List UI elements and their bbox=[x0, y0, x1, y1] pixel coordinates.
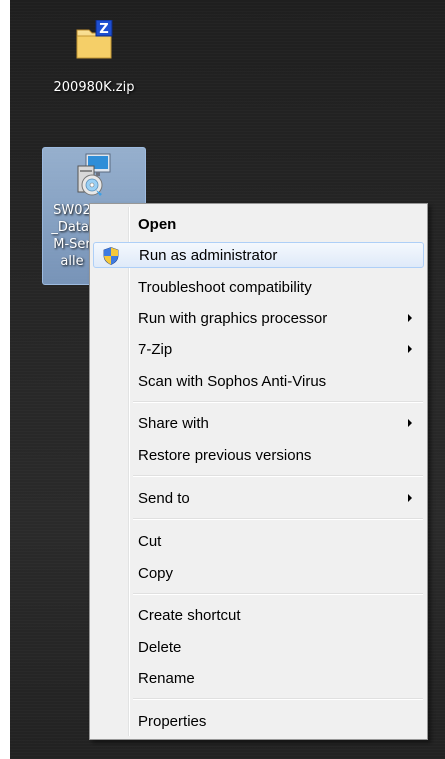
menu-item-label: Scan with Sophos Anti-Virus bbox=[138, 372, 327, 390]
menu-item-label: 7-Zip bbox=[138, 340, 173, 358]
menu-item-scan-with-sophos[interactable]: Scan with Sophos Anti-Virus bbox=[93, 368, 424, 394]
menu-item-send-to[interactable]: Send to bbox=[93, 485, 424, 511]
menu-item-label: Copy bbox=[138, 564, 174, 582]
menu-item-properties[interactable]: Properties bbox=[93, 708, 424, 734]
zip-file-label: 200980K.zip bbox=[53, 80, 135, 95]
menu-item-label: Rename bbox=[138, 669, 195, 687]
menu-item-7-zip[interactable]: 7-Zip bbox=[93, 336, 424, 362]
zip-file-icon[interactable]: Z 200980K.zip bbox=[48, 19, 140, 95]
installer-icon bbox=[72, 152, 116, 198]
submenu-arrow-icon bbox=[408, 345, 412, 353]
menu-item-share-with[interactable]: Share with bbox=[93, 410, 424, 436]
menu-separator bbox=[133, 698, 423, 700]
menu-item-label: Delete bbox=[138, 638, 182, 656]
menu-item-run-with-graphics-processor[interactable]: Run with graphics processor bbox=[93, 305, 424, 331]
menu-item-label: Send to bbox=[138, 489, 190, 507]
menu-item-label: Cut bbox=[138, 532, 162, 550]
menu-item-label: Share with bbox=[138, 414, 209, 432]
submenu-arrow-icon bbox=[408, 494, 412, 502]
svg-text:Z: Z bbox=[99, 22, 108, 37]
menu-item-cut[interactable]: Cut bbox=[93, 528, 424, 554]
menu-item-open[interactable]: Open bbox=[93, 211, 424, 237]
menu-item-create-shortcut[interactable]: Create shortcut bbox=[93, 602, 424, 628]
menu-item-troubleshoot-compatibility[interactable]: Troubleshoot compatibility bbox=[93, 274, 424, 300]
menu-separator bbox=[133, 518, 423, 520]
menu-item-label: Run as administrator bbox=[139, 246, 278, 264]
submenu-arrow-icon bbox=[408, 419, 412, 427]
context-menu: Open Run as administrator Troubleshoot c… bbox=[89, 203, 428, 740]
menu-item-label: Create shortcut bbox=[138, 606, 241, 624]
menu-separator bbox=[133, 475, 423, 477]
menu-item-copy[interactable]: Copy bbox=[93, 560, 424, 586]
submenu-arrow-icon bbox=[408, 314, 412, 322]
menu-item-label: Run with graphics processor bbox=[138, 309, 328, 327]
menu-item-rename[interactable]: Rename bbox=[93, 665, 424, 691]
menu-item-label: Troubleshoot compatibility bbox=[138, 278, 312, 296]
menu-separator bbox=[133, 593, 423, 595]
menu-item-label: Open bbox=[138, 215, 177, 233]
menu-item-delete[interactable]: Delete bbox=[93, 634, 424, 660]
zip-folder-icon: Z bbox=[74, 19, 114, 62]
menu-item-label: Properties bbox=[138, 712, 207, 730]
menu-item-restore-previous-versions[interactable]: Restore previous versions bbox=[93, 442, 424, 468]
menu-item-label: Restore previous versions bbox=[138, 446, 312, 464]
menu-separator bbox=[133, 401, 423, 403]
uac-shield-icon bbox=[103, 247, 119, 265]
menu-item-run-as-administrator[interactable]: Run as administrator bbox=[93, 242, 424, 268]
